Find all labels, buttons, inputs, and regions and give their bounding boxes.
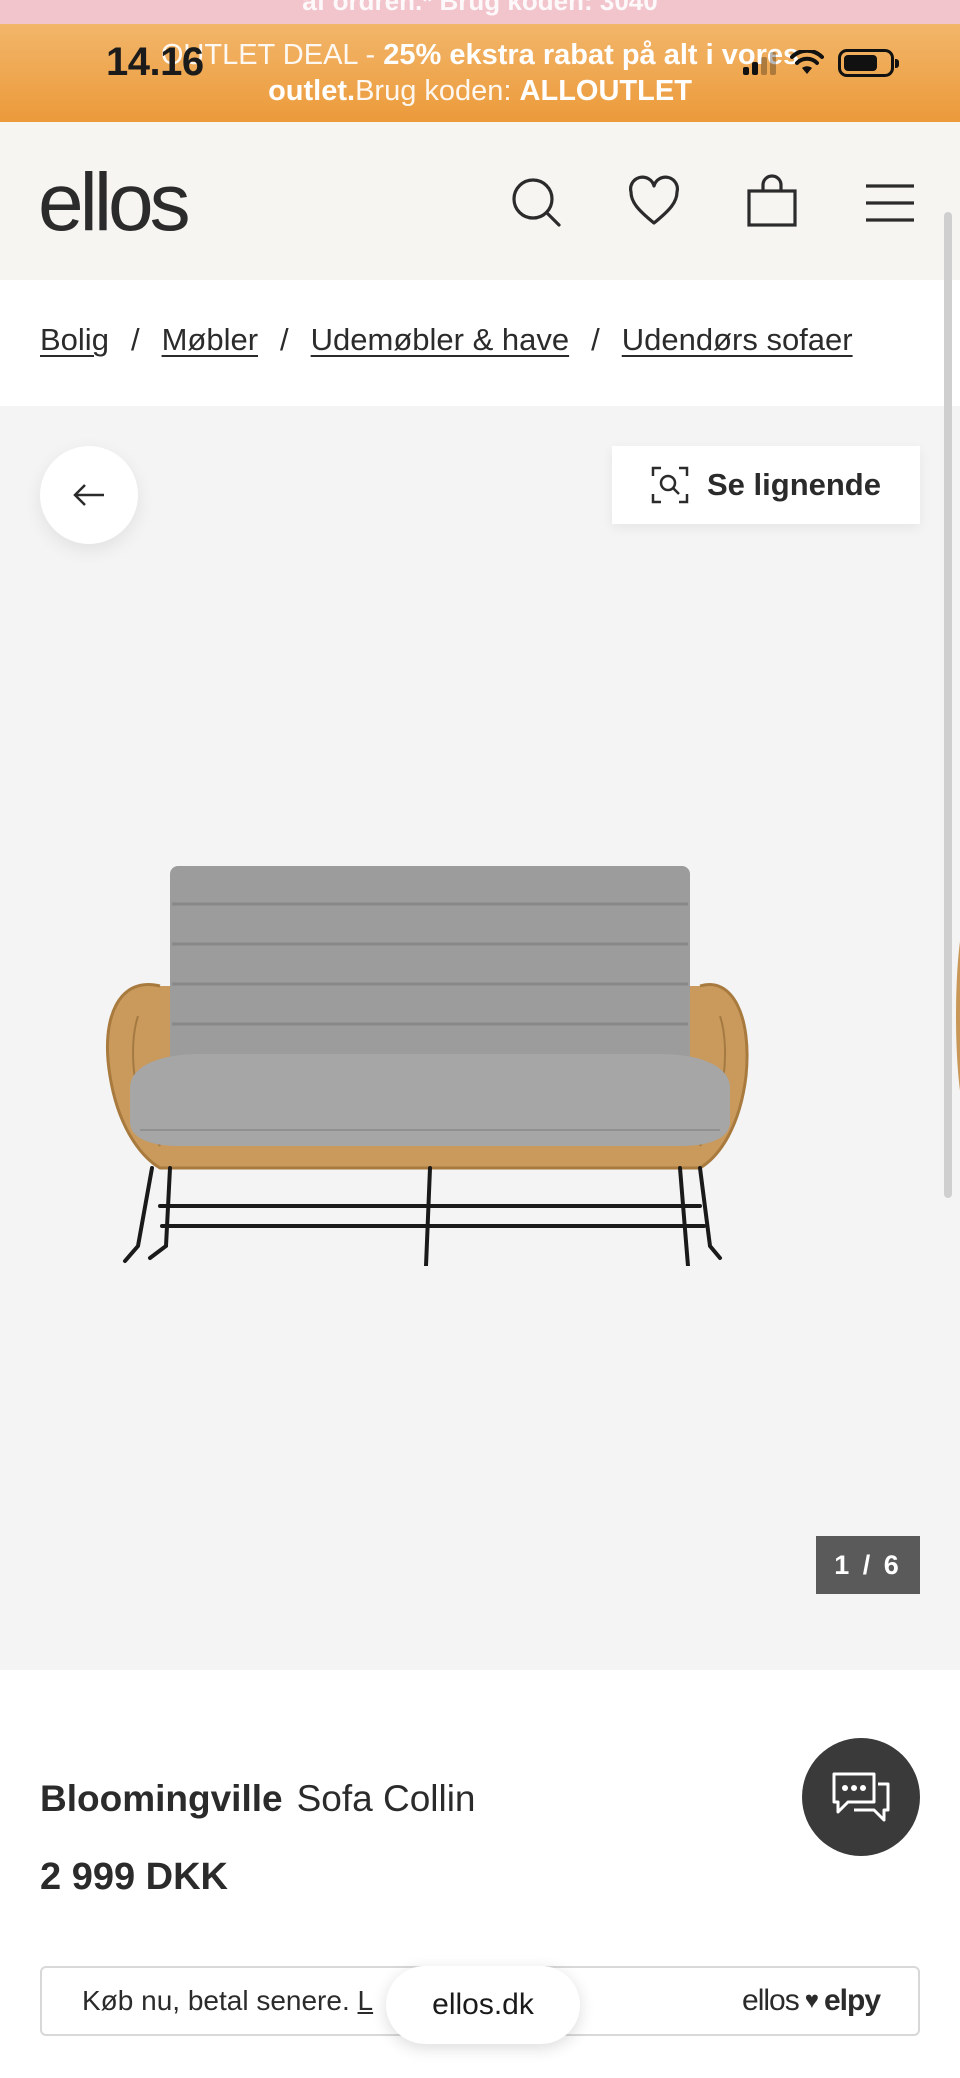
promo-line2-text: Brug koden: [355,75,520,107]
breadcrumb-udemobler-have[interactable]: Udemøbler & have [311,322,569,358]
product-brand[interactable]: Bloomingville [40,1778,283,1819]
finance-text: Køb nu, betal senere. [82,1985,358,2016]
image-counter: 1 / 6 [816,1536,920,1594]
product-price: 2 999 DKK [40,1856,228,1898]
see-similar-button[interactable]: Se lignende [612,446,920,524]
chat-bubbles-icon [832,1772,890,1822]
breadcrumb-mobler[interactable]: Møbler [162,322,258,358]
breadcrumb-udendors-sofaer[interactable]: Udendørs sofaer [622,322,853,358]
top-strip-text: af ordren.* Brug koden: 3040 [302,0,658,16]
bag-icon[interactable] [744,174,800,230]
heart-icon: ♥ [804,1987,819,2014]
site-header: ellos [0,122,960,280]
ellos-elpy-logo: ellos ♥ elpy [742,1984,881,2018]
visual-search-icon [651,466,689,504]
product-name: Sofa Collin [296,1778,476,1819]
ellos-logo[interactable]: ellos [38,162,191,244]
promo-bold-text: 25% ekstra rabat på alt i vores [383,39,800,71]
breadcrumb-separator: / [130,322,140,357]
breadcrumb-bolig[interactable]: Bolig [40,322,109,358]
elpy-logo-elpy: elpy [823,1984,881,2017]
product-title: Bloomingville Sofa Collin [40,1778,476,1820]
next-image-preview[interactable] [956,916,960,1116]
elpy-logo-ellos: ellos [742,1984,800,2017]
heart-icon[interactable] [626,174,682,230]
finance-link[interactable]: L [358,1985,374,2016]
battery-icon [838,49,899,77]
status-time: 14.16 [106,40,204,84]
product-image-sofa [105,866,749,1266]
menu-icon[interactable] [862,174,918,230]
signal-icon [743,51,776,75]
browser-url-pill[interactable]: ellos.dk [386,1966,580,2044]
arrow-left-icon [73,484,104,506]
status-icons [743,46,899,80]
back-button[interactable] [40,446,138,544]
wifi-icon [790,50,824,74]
breadcrumb-separator: / [591,322,600,357]
promo-code: ALLOUTLET [519,75,692,107]
search-icon[interactable] [508,174,564,230]
see-similar-label: Se lignende [707,467,881,502]
breadcrumb: Bolig / Møbler / Udemøbler & have / Uden… [40,322,853,358]
finance-text-wrap: Køb nu, betal senere. L [82,1985,373,2017]
product-image-gallery[interactable]: Se lignende 1 / 6 [0,406,960,1670]
top-promo-strip: af ordren.* Brug koden: 3040 [0,0,960,24]
breadcrumb-separator: / [280,322,289,357]
chat-button[interactable] [802,1738,920,1856]
page-scrollbar[interactable] [944,212,952,1198]
promo-line2-bold: outlet. [268,75,356,107]
